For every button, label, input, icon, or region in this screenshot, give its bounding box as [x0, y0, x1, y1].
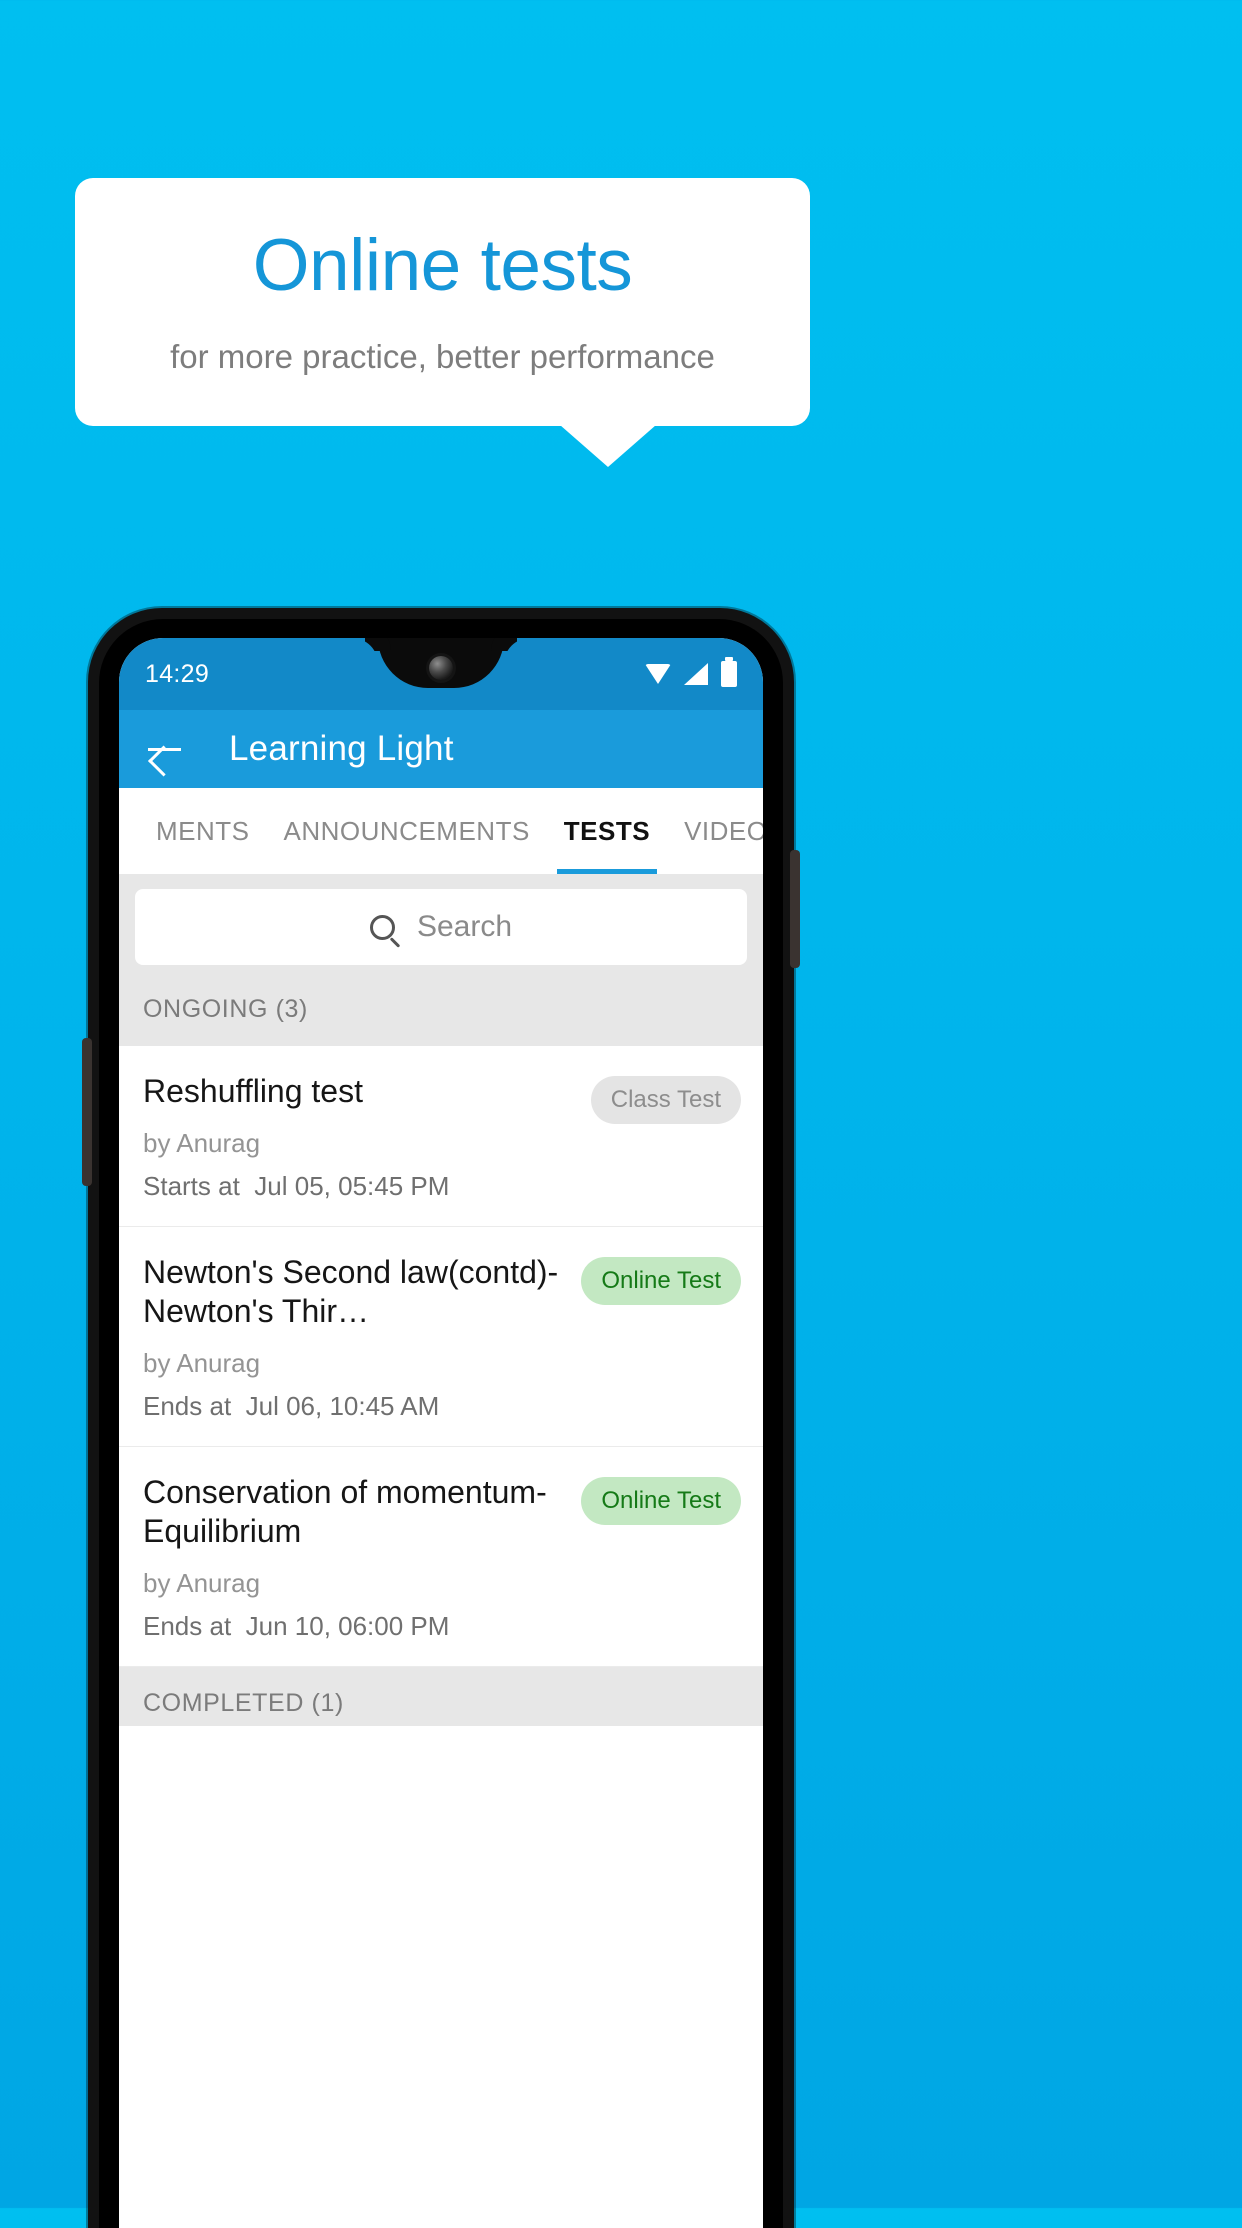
test-card[interactable]: Newton's Second law(contd)-Newton's Thir…	[119, 1227, 763, 1448]
test-schedule: Ends at Jun 10, 06:00 PM	[143, 1611, 567, 1642]
display-notch	[378, 638, 504, 688]
status-time: 14:29	[145, 659, 210, 688]
test-schedule: Ends at Jul 06, 10:45 AM	[143, 1391, 567, 1422]
volume-button[interactable]	[82, 1038, 92, 1186]
section-header-ongoing: ONGOING (3)	[119, 981, 763, 1046]
test-title: Reshuffling test	[143, 1073, 363, 1109]
search-input[interactable]: Search	[135, 889, 747, 965]
phone-screen: 14:29 Learning Light MENTS ANNOUNCEMENTS…	[119, 638, 763, 2228]
section-header-completed: COMPLETED (1)	[119, 1667, 763, 1727]
test-card-main: Reshuffling test by Anurag Starts at Jul…	[143, 1072, 577, 1202]
test-author: by Anurag	[143, 1568, 261, 1599]
wifi-icon	[645, 664, 671, 684]
status-bar: 14:29	[119, 638, 763, 710]
test-author: by Anurag	[143, 1128, 261, 1159]
test-author: by Anurag	[143, 1348, 261, 1379]
test-schedule: Starts at Jul 05, 05:45 PM	[143, 1171, 577, 1202]
test-title: Conservation of momentum-Equilibrium	[143, 1474, 547, 1550]
search-icon	[369, 914, 395, 940]
promo-title: Online tests	[252, 224, 633, 306]
promo-bubble: Online tests for more practice, better p…	[75, 178, 810, 426]
test-title: Newton's Second law(contd)-Newton's Thir…	[143, 1254, 559, 1330]
test-schedule-value: Jul 05, 05:45 PM	[254, 1171, 450, 1202]
test-schedule-label: Ends at	[143, 1611, 232, 1642]
status-badge: Class Test	[590, 1076, 741, 1124]
app-bar: Learning Light	[119, 710, 763, 788]
test-schedule-label: Starts at	[143, 1171, 240, 1202]
battery-icon	[721, 657, 737, 687]
search-placeholder: Search	[416, 910, 513, 943]
status-badge: Online Test	[581, 1477, 741, 1526]
promo-bubble-tail	[560, 425, 656, 467]
power-button[interactable]	[790, 850, 800, 968]
test-card-main: Conservation of momentum-Equilibrium by …	[143, 1473, 567, 1642]
front-camera-icon	[429, 656, 453, 680]
test-card[interactable]: Reshuffling test by Anurag Starts at Jul…	[119, 1046, 763, 1228]
test-schedule-label: Ends at	[143, 1391, 232, 1422]
tests-content: Search ONGOING (3) Reshuffling test by A…	[119, 874, 763, 1727]
phone-device-frame: 14:29 Learning Light MENTS ANNOUNCEMENTS…	[82, 608, 800, 2228]
search-container: Search	[119, 874, 763, 981]
test-schedule-value: Jul 06, 10:45 AM	[245, 1391, 440, 1422]
back-arrow-icon[interactable]	[145, 729, 185, 769]
signal-icon	[684, 663, 708, 685]
tab-assignments[interactable]: MENTS	[139, 788, 267, 874]
test-card-main: Newton's Second law(contd)-Newton's Thir…	[143, 1253, 567, 1422]
promo-subtitle: for more practice, better performance	[170, 337, 715, 375]
status-badge: Online Test	[581, 1257, 741, 1306]
status-icon-group	[645, 657, 737, 687]
app-bar-title: Learning Light	[229, 729, 454, 768]
tab-bar: MENTS ANNOUNCEMENTS TESTS VIDEOS	[119, 788, 763, 874]
tab-videos[interactable]: VIDEOS	[667, 788, 763, 874]
tab-tests[interactable]: TESTS	[547, 788, 667, 874]
test-schedule-value: Jun 10, 06:00 PM	[245, 1611, 450, 1642]
test-card[interactable]: Conservation of momentum-Equilibrium by …	[119, 1447, 763, 1668]
tab-announcements[interactable]: ANNOUNCEMENTS	[267, 788, 547, 874]
